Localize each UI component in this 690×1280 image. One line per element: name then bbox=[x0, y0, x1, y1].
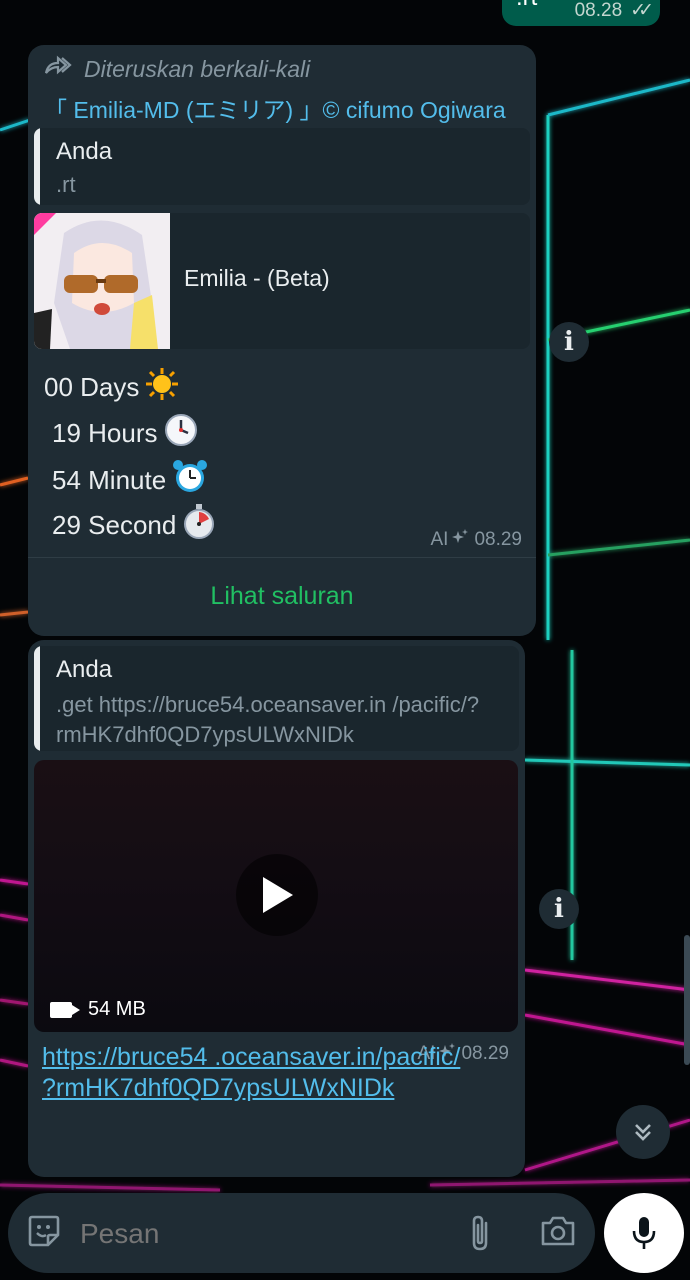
view-channel-button[interactable]: Lihat saluran bbox=[28, 557, 536, 636]
message-text: .rt bbox=[516, 0, 537, 12]
video-camera-icon bbox=[50, 1001, 80, 1018]
info-icon[interactable]: i bbox=[549, 322, 589, 362]
link-preview[interactable]: Emilia - (Beta) bbox=[34, 213, 530, 349]
voice-message-button[interactable] bbox=[604, 1193, 684, 1273]
message-meta: AI 08.29 bbox=[430, 529, 522, 551]
play-icon bbox=[263, 877, 293, 913]
scrollbar[interactable] bbox=[684, 935, 690, 1065]
incoming-message-bubble[interactable]: Diteruskan berkali-kali 「 Emilia-MD (エミリ… bbox=[28, 45, 536, 636]
preview-title: Emilia - (Beta) bbox=[184, 265, 330, 291]
play-button[interactable] bbox=[236, 854, 318, 936]
quoted-message[interactable]: Anda .rt bbox=[34, 128, 530, 205]
sticker-icon[interactable] bbox=[26, 1213, 62, 1249]
quote-bar bbox=[34, 646, 40, 751]
line-text: 00 Days bbox=[44, 372, 140, 402]
video-attachment[interactable]: 54 MB bbox=[34, 760, 518, 1032]
message-input[interactable] bbox=[78, 1211, 442, 1257]
quote-text: .rt bbox=[56, 172, 76, 197]
countdown-seconds: 29 Second bbox=[52, 504, 216, 547]
alarm-clock-icon bbox=[172, 459, 208, 502]
camera-icon[interactable] bbox=[540, 1215, 576, 1247]
outgoing-message-bubble[interactable]: .rt 08.28 ✓✓ bbox=[502, 0, 660, 26]
sun-icon bbox=[145, 367, 179, 408]
forwarded-text: Diteruskan berkali-kali bbox=[84, 56, 311, 82]
double-chevron-down-icon bbox=[635, 1124, 651, 1141]
line-text: 29 Second bbox=[52, 510, 177, 540]
video-size: 54 MB bbox=[88, 998, 146, 1020]
line-text: 19 Hours bbox=[52, 418, 158, 448]
stopwatch-icon bbox=[182, 504, 216, 547]
message-time: 08.28 bbox=[574, 0, 623, 21]
forwarded-label: Diteruskan berkali-kali bbox=[44, 55, 310, 84]
message-composer bbox=[8, 1193, 595, 1273]
countdown-hours: 19 Hours bbox=[52, 413, 198, 454]
quote-author: Anda bbox=[56, 138, 113, 165]
microphone-icon bbox=[632, 1217, 656, 1249]
info-icon[interactable]: i bbox=[539, 889, 579, 929]
line-text: 54 Minute bbox=[52, 465, 167, 495]
ai-sparkle-icon bbox=[452, 529, 469, 551]
quote-text: .get https://bruce54.oceansaver.in /paci… bbox=[56, 692, 480, 747]
message-link[interactable]: https://bruce54 .oceansaver.in/pacific/ … bbox=[42, 1042, 462, 1104]
ai-label: AI bbox=[430, 529, 449, 550]
forwarded-many-icon bbox=[44, 55, 74, 84]
quote-bar bbox=[34, 128, 40, 205]
attach-icon[interactable] bbox=[466, 1213, 494, 1253]
clock-icon bbox=[164, 413, 198, 454]
countdown-minutes: 54 Minute bbox=[52, 459, 208, 502]
scroll-to-bottom-button[interactable] bbox=[616, 1105, 670, 1159]
quote-author: Anda bbox=[56, 656, 113, 683]
preview-thumbnail bbox=[34, 213, 170, 349]
channel-name[interactable]: 「 Emilia-MD (エミリア) 」© cifumo Ogiwara bbox=[44, 91, 506, 125]
message-time: 08.29 bbox=[474, 529, 522, 550]
countdown-days: 00 Days bbox=[44, 367, 179, 408]
read-receipt-icon: ✓✓ bbox=[630, 0, 654, 21]
message-time: 08.29 bbox=[461, 1043, 509, 1064]
incoming-message-bubble[interactable]: Anda .get https://bruce54.oceansaver.in … bbox=[28, 640, 525, 1177]
video-info: 54 MB bbox=[50, 998, 146, 1021]
quoted-message[interactable]: Anda .get https://bruce54.oceansaver.in … bbox=[34, 646, 519, 751]
